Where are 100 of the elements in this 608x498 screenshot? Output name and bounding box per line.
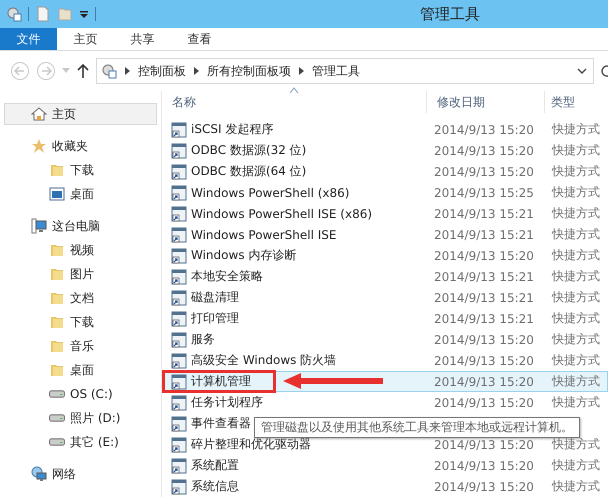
sidebar-item[interactable]: 这台电脑 — [4, 215, 157, 237]
file-name: iSCSI 发起程序 — [191, 121, 274, 138]
ribbon-tab[interactable]: 查看 — [171, 28, 228, 50]
home-icon — [31, 106, 47, 122]
chevron-icon — [299, 67, 304, 75]
properties-icon[interactable] — [6, 6, 22, 22]
ribbon-tab[interactable]: 主页 — [57, 28, 114, 50]
sidebar-item[interactable]: 照片 (D:) — [4, 407, 157, 429]
shortcut-icon — [171, 226, 187, 242]
type-cell: 快捷方式 — [552, 332, 600, 346]
type-cell: 快捷方式 — [552, 479, 600, 493]
file-name: 任务计划程序 — [191, 394, 263, 411]
date-cell: 2014/9/13 15:20 — [434, 374, 534, 388]
drive-icon — [49, 390, 65, 398]
breadcrumb[interactable]: 控制面板 — [138, 62, 186, 80]
file-name: 碎片整理和优化驱动器 — [191, 436, 311, 453]
file-row[interactable]: ODBC 数据源(32 位) 2014/9/13 15:20 快捷方式 — [162, 140, 608, 161]
document-icon[interactable] — [35, 6, 51, 22]
file-row[interactable]: Windows 内存诊断 2014/9/13 15:20 快捷方式 — [162, 245, 608, 266]
date-cell: 2014/9/13 15:20 — [434, 122, 534, 136]
file-row[interactable]: 本地安全策略 2014/9/13 15:21 快捷方式 — [162, 266, 608, 287]
date-cell: 2014/9/13 15:21 — [434, 290, 534, 304]
sidebar-item[interactable]: 网络 — [4, 463, 157, 485]
shortcut-icon — [171, 416, 187, 432]
file-name: 系统信息 — [191, 478, 239, 495]
type-cell: 快捷方式 — [552, 122, 600, 136]
drive-icon — [49, 414, 65, 422]
chevron-icon — [194, 67, 199, 75]
file-name: ODBC 数据源(32 位) — [191, 142, 306, 159]
file-name: Windows PowerShell (x86) — [191, 186, 350, 200]
sidebar-item[interactable]: 下载 — [4, 311, 157, 333]
control-panel-icon — [101, 63, 117, 79]
sidebar-item[interactable]: 桌面 — [4, 359, 157, 381]
file-row[interactable]: 高级安全 Windows 防火墙 2014/9/13 15:20 快捷方式 — [162, 350, 608, 371]
file-name: 服务 — [191, 331, 215, 348]
file-name: 打印管理 — [191, 310, 239, 327]
breadcrumb[interactable]: 所有控制面板项 — [207, 62, 291, 80]
file-name: Windows PowerShell ISE (x86) — [191, 206, 372, 220]
sidebar-item[interactable]: 桌面 — [4, 183, 157, 205]
shortcut-icon — [171, 458, 187, 474]
network-icon — [31, 466, 47, 482]
folder-icon — [49, 162, 65, 178]
sidebar-item[interactable]: 其它 (E:) — [4, 431, 157, 453]
file-row[interactable]: 系统信息 2014/9/13 15:20 快捷方式 — [162, 476, 608, 497]
sidebar-item[interactable]: 音乐 — [4, 335, 157, 357]
file-row[interactable]: 磁盘清理 2014/9/13 15:21 快捷方式 — [162, 287, 608, 308]
computer-icon — [31, 218, 47, 234]
file-row[interactable]: 打印管理 2014/9/13 15:21 快捷方式 — [162, 308, 608, 329]
type-cell: 快捷方式 — [552, 395, 600, 409]
type-cell: 快捷方式 — [552, 164, 600, 178]
file-row[interactable]: 服务 2014/9/13 15:20 快捷方式 — [162, 329, 608, 350]
sidebar-item[interactable]: 文档 — [4, 287, 157, 309]
shortcut-icon — [171, 206, 187, 222]
date-cell: 2014/9/13 15:21 — [434, 206, 534, 220]
shortcut-icon — [171, 352, 187, 368]
sidebar-item[interactable]: 视频 — [4, 239, 157, 261]
type-cell: 快捷方式 — [552, 185, 600, 199]
file-row[interactable]: 计算机管理 2014/9/13 15:20 快捷方式 — [162, 371, 608, 392]
address-field[interactable]: 控制面板 所有控制面板项 管理工具 — [96, 58, 594, 84]
file-name: 计算机管理 — [191, 373, 251, 390]
folder-icon — [49, 266, 65, 282]
chevron-down-icon[interactable] — [577, 66, 587, 76]
star-icon — [31, 138, 47, 154]
file-row[interactable]: 系统配置 2014/9/13 15:20 快捷方式 — [162, 455, 608, 476]
file-row[interactable]: 任务计划程序 2014/9/13 15:20 快捷方式 — [162, 392, 608, 413]
shortcut-icon — [171, 290, 187, 306]
type-cell: 快捷方式 — [552, 143, 600, 157]
shortcut-icon — [171, 374, 187, 390]
shortcut-icon — [171, 122, 187, 138]
date-cell: 2014/9/13 15:20 — [434, 458, 534, 472]
file-row[interactable]: Windows PowerShell (x86) 2014/9/13 15:25 快捷方式 — [162, 182, 608, 203]
sidebar-item[interactable]: 下载 — [4, 159, 157, 181]
date-cell: 2014/9/13 15:20 — [434, 144, 534, 158]
file-row[interactable]: Windows PowerShell ISE 2014/9/13 15:21 快捷方式 — [162, 224, 608, 245]
shortcut-icon — [171, 478, 187, 494]
sidebar-item[interactable]: 图片 — [4, 263, 157, 285]
up-arrow-icon[interactable] — [76, 61, 90, 81]
file-name: Windows 内存诊断 — [191, 247, 296, 264]
column-header[interactable]: 修改日期 — [427, 91, 545, 113]
shortcut-icon — [171, 436, 187, 452]
ribbon-tab[interactable]: 共享 — [114, 28, 171, 50]
file-name: 高级安全 Windows 防火墙 — [191, 352, 336, 369]
sidebar-item[interactable]: 收藏夹 — [4, 135, 157, 157]
column-header[interactable]: 名称 — [162, 91, 427, 113]
date-cell: 2014/9/13 15:20 — [434, 164, 534, 178]
file-row[interactable]: ODBC 数据源(64 位) 2014/9/13 15:20 快捷方式 — [162, 161, 608, 182]
folder-icon — [49, 314, 65, 330]
column-header[interactable]: 类型 — [545, 91, 608, 113]
breadcrumb[interactable]: 管理工具 — [312, 62, 360, 80]
window-title: 管理工具 — [420, 4, 480, 24]
date-cell: 2014/9/13 15:20 — [434, 332, 534, 346]
file-name: 磁盘清理 — [191, 289, 239, 306]
file-row[interactable]: Windows PowerShell ISE (x86) 2014/9/13 15:21 快捷方式 — [162, 203, 608, 224]
date-cell: 2014/9/13 15:21 — [434, 312, 534, 326]
type-cell: 快捷方式 — [552, 458, 600, 472]
ribbon-tab[interactable]: 文件 — [0, 28, 57, 50]
sidebar-item[interactable]: OS (C:) — [4, 383, 157, 405]
file-name: ODBC 数据源(64 位) — [191, 163, 306, 180]
sidebar-item[interactable]: 主页 — [4, 103, 157, 125]
file-row[interactable]: iSCSI 发起程序 2014/9/13 15:20 快捷方式 — [162, 119, 608, 140]
